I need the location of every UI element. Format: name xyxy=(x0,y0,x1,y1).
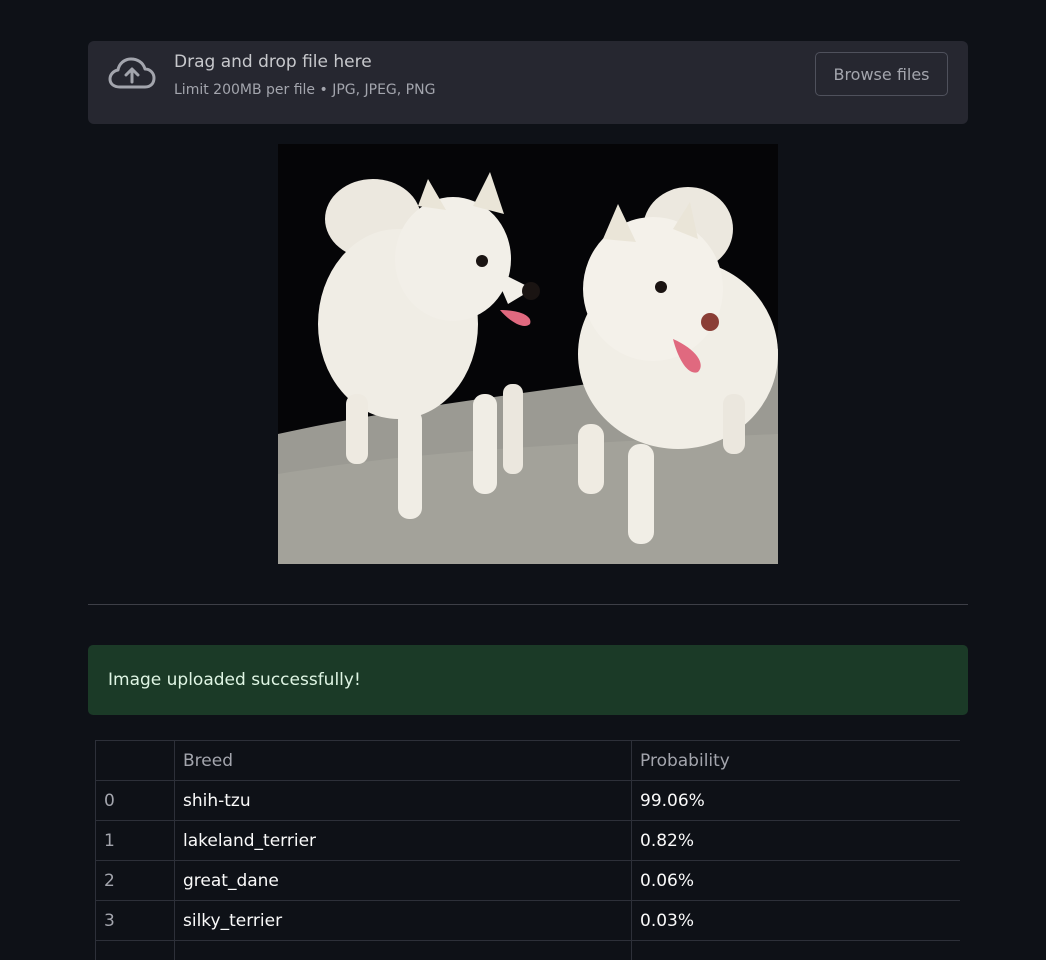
table-header-row: Breed Probability xyxy=(95,740,960,781)
row-breed: shih-tzu xyxy=(174,780,632,821)
row-probability: 0.82% xyxy=(631,820,960,861)
dropzone-limit: Limit 200MB per file • JPG, JPEG, PNG xyxy=(174,82,436,98)
row-probability: 0.03% xyxy=(631,900,960,941)
file-dropzone[interactable]: Drag and drop file here Limit 200MB per … xyxy=(88,41,968,124)
table-row: 0 shih-tzu 99.06% xyxy=(95,780,960,821)
row-probability: 0.06% xyxy=(631,860,960,901)
row-probability xyxy=(631,940,960,960)
header-index[interactable] xyxy=(95,740,175,781)
row-index: 3 xyxy=(95,900,175,941)
row-breed: silky_terrier xyxy=(174,900,632,941)
row-breed xyxy=(174,940,632,960)
header-breed[interactable]: Breed xyxy=(174,740,632,781)
table-row: 3 silky_terrier 0.03% xyxy=(95,900,960,941)
row-breed: great_dane xyxy=(174,860,632,901)
dropzone-title: Drag and drop file here xyxy=(174,52,372,72)
row-probability: 99.06% xyxy=(631,780,960,821)
section-divider xyxy=(88,604,968,605)
table-row: 2 great_dane 0.06% xyxy=(95,860,960,901)
dropzone-text: Drag and drop file here Limit 200MB per … xyxy=(174,51,435,99)
predictions-table-container[interactable]: Breed Probability 0 shih-tzu 99.06% 1 la… xyxy=(95,740,960,960)
table-row xyxy=(95,940,960,960)
table-row: 1 lakeland_terrier 0.82% xyxy=(95,820,960,861)
app: Drag and drop file here Limit 200MB per … xyxy=(0,0,1046,960)
row-index: 1 xyxy=(95,820,175,861)
row-breed: lakeland_terrier xyxy=(174,820,632,861)
success-alert-message: Image uploaded successfully! xyxy=(108,670,361,690)
row-index: 0 xyxy=(95,780,175,821)
row-index xyxy=(95,940,175,960)
uploaded-image xyxy=(278,144,778,564)
predictions-table: Breed Probability 0 shih-tzu 99.06% 1 la… xyxy=(95,740,960,960)
cloud-upload-icon xyxy=(108,57,156,89)
row-index: 2 xyxy=(95,860,175,901)
browse-files-button[interactable]: Browse files xyxy=(815,52,948,96)
header-probability[interactable]: Probability xyxy=(631,740,960,781)
success-alert: Image uploaded successfully! xyxy=(88,645,968,715)
